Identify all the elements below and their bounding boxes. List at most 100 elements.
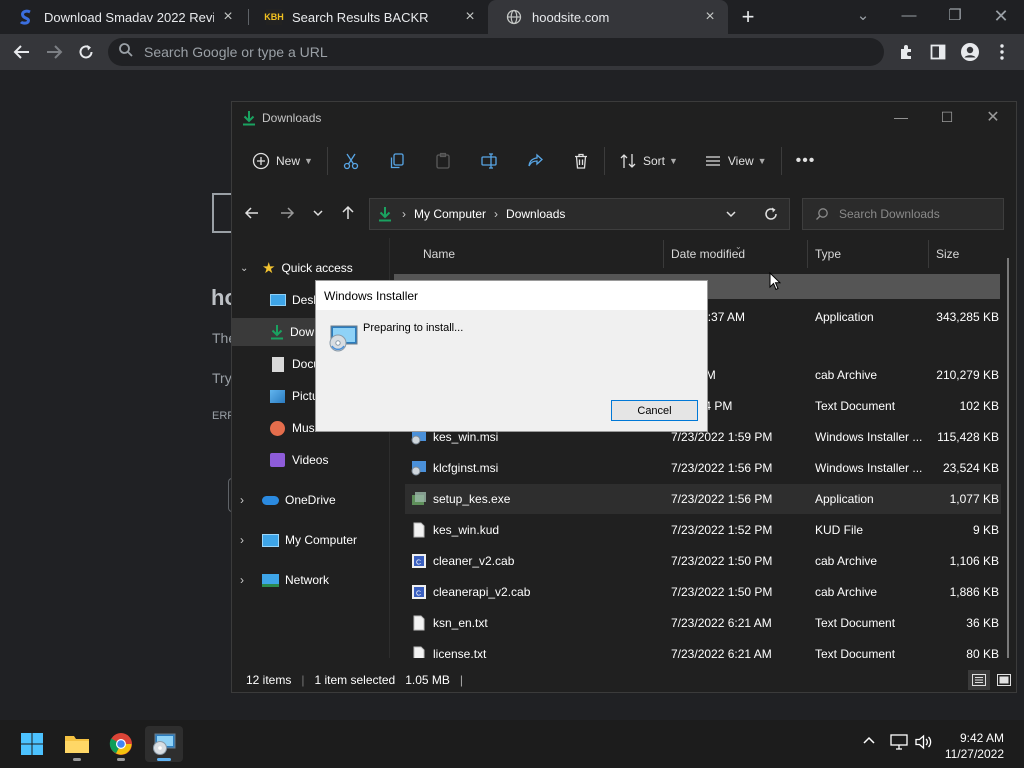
cancel-button[interactable]: Cancel [611, 400, 698, 421]
address-dropdown-chevron-icon[interactable] [725, 207, 737, 224]
copy-button[interactable] [380, 145, 414, 177]
file-name-cell: license.txt [411, 639, 661, 658]
cloud-icon [262, 495, 279, 505]
rename-button[interactable] [472, 145, 506, 177]
restore-icon[interactable]: ❐ [932, 4, 978, 28]
desktop-icon [270, 294, 286, 306]
side-panel-icon[interactable] [926, 40, 950, 64]
rename-icon [480, 152, 498, 170]
file-name: kes_win.kud [433, 523, 500, 537]
windows-installer-taskbar-icon[interactable] [145, 726, 183, 762]
nav-quick-access[interactable]: ⌄ ★ Quick access [232, 254, 389, 282]
paste-button[interactable] [426, 145, 460, 177]
close-tab-icon[interactable]: × [220, 8, 236, 26]
new-tab-icon[interactable]: + [736, 4, 760, 30]
sort-button[interactable]: Sort ▼ [611, 145, 686, 177]
column-divider[interactable] [807, 240, 808, 268]
maximize-icon[interactable]: ☐ [924, 102, 970, 132]
show-hidden-icons-chevron-icon[interactable] [862, 734, 876, 751]
tiles-view-icon[interactable] [994, 670, 1014, 690]
taskbar: 9:42 AM 11/27/2022 [0, 720, 1024, 768]
kebab-menu-icon[interactable] [990, 40, 1014, 64]
profile-avatar-icon[interactable] [958, 40, 982, 64]
breadcrumb-my-computer[interactable]: My Computer [414, 207, 486, 221]
file-row[interactable]: setup_kes.exe 7/23/2022 1:56 PM Applicatio… [405, 484, 1001, 514]
file-row[interactable]: Ccleanerapi_v2.cab 7/23/2022 1:50 PM cab A… [405, 577, 1001, 607]
column-header-size[interactable]: Size [936, 238, 959, 270]
file-date: 7/23/2022 1:50 PM [671, 585, 773, 599]
file-size: 9 KB [972, 523, 999, 537]
nav-videos[interactable]: Videos [232, 446, 389, 474]
nav-my-computer[interactable]: › My Computer [232, 526, 389, 554]
more-options-button[interactable]: ••• [788, 145, 824, 177]
new-button[interactable]: New ▼ [244, 145, 321, 177]
file-type: KUD File [815, 523, 864, 537]
file-row[interactable]: kes_win.kud 7/23/2022 1:52 PM KUD File 9 KB [405, 515, 1001, 545]
forward-arrow-icon[interactable] [279, 205, 295, 226]
close-window-icon[interactable]: ✕ [970, 102, 1016, 132]
file-row[interactable]: license.txt 7/23/2022 6:21 AM Text Documen… [405, 639, 1001, 658]
extensions-puzzle-icon[interactable] [894, 40, 918, 64]
nav-onedrive[interactable]: › OneDrive [232, 486, 389, 514]
close-tab-icon[interactable]: × [462, 8, 478, 26]
up-arrow-icon[interactable] [340, 205, 356, 226]
file-name-cell: Ccleanerapi_v2.cab [411, 577, 661, 607]
tab-hoodsite[interactable]: hoodsite.com × [488, 0, 728, 34]
close-window-icon[interactable]: ✕ [978, 4, 1024, 28]
file-name-cell: klcfginst.msi [411, 453, 661, 483]
file-date: 7/23/2022 1:52 PM [671, 523, 773, 537]
column-header-date[interactable]: Date modified [671, 238, 745, 270]
chevron-right-icon: › [240, 493, 244, 507]
omnibox[interactable]: Search Google or type a URL [108, 38, 884, 66]
search-downloads-input[interactable]: Search Downloads [802, 198, 1004, 230]
tab-smadav[interactable]: Download Smadav 2022 Revision × [0, 0, 246, 34]
nav-network[interactable]: › Network [232, 566, 389, 594]
chrome-icon[interactable] [102, 726, 140, 762]
minimize-icon[interactable]: — [878, 102, 924, 132]
minimize-icon[interactable]: — [886, 4, 932, 28]
tab-title: hoodsite.com [532, 9, 610, 25]
network-monitor-icon[interactable] [890, 734, 908, 753]
file-type: Application [815, 492, 874, 506]
forward-arrow-icon[interactable] [42, 40, 66, 64]
kbh-favicon-icon: KBH [264, 9, 284, 25]
tab-title: Download Smadav 2022 Revision [44, 9, 214, 25]
file-row[interactable]: ksn_en.txt 7/23/2022 6:21 AM Text Document… [405, 608, 1001, 638]
cut-button[interactable] [334, 145, 368, 177]
file-explorer-folder-icon[interactable] [58, 726, 96, 762]
computer-icon [262, 533, 279, 547]
start-windows-icon[interactable] [13, 726, 51, 762]
details-view-icon[interactable] [968, 670, 990, 690]
refresh-icon[interactable] [763, 206, 779, 225]
tab-search-chevron-icon[interactable]: ⌄ [840, 4, 886, 28]
back-arrow-icon[interactable] [244, 205, 260, 226]
column-header-name[interactable]: Name [423, 238, 455, 270]
download-arrow-icon [270, 324, 284, 340]
file-type-icon [411, 460, 433, 476]
file-date: 7/23/2022 6:21 AM [671, 616, 772, 630]
view-button[interactable]: View ▼ [696, 145, 775, 177]
recent-locations-chevron-icon[interactable] [312, 206, 324, 225]
tab-backr[interactable]: KBH Search Results BACKR × [248, 0, 488, 34]
column-divider[interactable] [663, 240, 664, 268]
chevron-down-icon: ⌄ [240, 262, 249, 274]
file-type: Windows Installer ... [815, 430, 923, 444]
close-tab-icon[interactable]: × [702, 8, 718, 26]
vertical-scrollbar[interactable] [1007, 258, 1009, 658]
breadcrumb-downloads[interactable]: Downloads [506, 207, 565, 221]
clock-time: 9:42 AM [959, 731, 1004, 745]
running-indicator [157, 758, 171, 761]
file-row[interactable]: klcfginst.msi 7/23/2022 1:56 PM Windows In… [405, 453, 1001, 483]
file-row[interactable]: Ccleaner_v2.cab 7/23/2022 1:50 PM cab Arch… [405, 546, 1001, 576]
svg-text:C: C [416, 591, 421, 598]
file-name: ksn_en.txt [433, 616, 488, 630]
back-arrow-icon[interactable] [10, 40, 34, 64]
column-header-type[interactable]: Type [815, 238, 841, 270]
volume-speaker-icon[interactable] [914, 734, 932, 753]
column-divider[interactable] [928, 240, 929, 268]
address-bar[interactable]: › My Computer › Downloads [369, 198, 790, 230]
system-clock[interactable]: 9:42 AM 11/27/2022 [945, 730, 1004, 762]
share-button[interactable] [518, 145, 552, 177]
reload-icon[interactable] [74, 40, 98, 64]
delete-button[interactable] [564, 145, 598, 177]
